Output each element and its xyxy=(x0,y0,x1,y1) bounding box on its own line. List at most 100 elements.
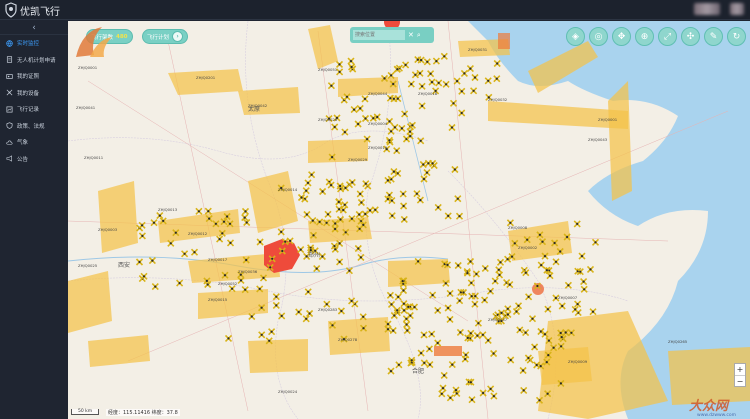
drone-marker[interactable] xyxy=(423,58,431,66)
drone-marker[interactable] xyxy=(528,315,537,323)
drone-marker[interactable] xyxy=(522,269,530,277)
search-bar[interactable]: ✕ ⌕ xyxy=(350,27,434,43)
drone-marker[interactable] xyxy=(490,349,498,358)
drone-marker[interactable] xyxy=(306,309,314,318)
drone-marker[interactable] xyxy=(446,394,454,402)
drone-marker[interactable] xyxy=(387,367,395,375)
drone-marker[interactable] xyxy=(467,279,475,287)
drone-marker[interactable] xyxy=(573,220,581,228)
drone-marker[interactable] xyxy=(420,331,428,339)
drone-marker[interactable] xyxy=(458,109,466,117)
drone-marker[interactable] xyxy=(428,78,436,86)
airspace-zone[interactable] xyxy=(248,171,298,233)
drone-marker[interactable] xyxy=(216,235,224,243)
drone-marker[interactable] xyxy=(304,288,312,296)
drone-marker[interactable] xyxy=(303,210,311,219)
airspace-icon[interactable]: ◎ xyxy=(589,27,608,46)
drone-marker[interactable] xyxy=(564,281,572,289)
drone-marker[interactable] xyxy=(407,80,415,88)
drone-marker[interactable] xyxy=(493,75,501,83)
drone-marker[interactable] xyxy=(308,171,316,179)
drone-marker[interactable] xyxy=(544,305,552,313)
drone-marker[interactable] xyxy=(525,293,533,301)
drone-marker[interactable] xyxy=(354,120,362,128)
drone-marker[interactable] xyxy=(256,238,264,246)
drone-marker[interactable] xyxy=(356,104,364,112)
drone-marker[interactable] xyxy=(468,396,476,404)
drone-marker[interactable] xyxy=(428,330,436,338)
drone-marker[interactable] xyxy=(504,305,512,313)
drone-marker[interactable] xyxy=(388,212,396,220)
drone-marker[interactable] xyxy=(403,326,411,335)
drone-marker[interactable] xyxy=(190,248,199,256)
drone-marker[interactable] xyxy=(181,250,189,258)
drone-marker[interactable] xyxy=(341,201,349,209)
airspace-zone[interactable] xyxy=(88,335,150,367)
drone-marker[interactable] xyxy=(446,315,454,323)
sidebar-item-announcements[interactable]: 公告 xyxy=(0,151,68,168)
drone-marker[interactable] xyxy=(393,147,401,155)
drone-marker[interactable] xyxy=(302,315,310,323)
sidebar-item-policies[interactable]: 政策、法规 xyxy=(0,118,68,135)
drone-marker[interactable] xyxy=(466,65,474,73)
drone-marker[interactable] xyxy=(324,210,332,218)
drone-marker[interactable] xyxy=(347,57,355,65)
drone-marker[interactable] xyxy=(356,190,364,198)
drone-marker[interactable] xyxy=(531,343,539,351)
sidebar-item-flight-plan[interactable]: 无人机计划申请 xyxy=(0,52,68,69)
drone-marker[interactable] xyxy=(304,179,312,187)
drone-marker[interactable] xyxy=(578,252,586,260)
user-menu[interactable] xyxy=(730,3,744,15)
airspace-zone[interactable] xyxy=(308,25,338,69)
drone-marker[interactable] xyxy=(507,356,515,364)
drone-marker[interactable] xyxy=(385,117,394,125)
drone-marker[interactable] xyxy=(389,327,397,335)
drone-marker[interactable] xyxy=(361,95,369,103)
sidebar-item-realtime-monitor[interactable]: 实时监控 xyxy=(0,35,68,52)
drone-marker[interactable] xyxy=(339,206,347,214)
drone-marker[interactable] xyxy=(302,187,310,195)
drone-marker[interactable] xyxy=(434,203,442,211)
drone-marker[interactable] xyxy=(151,283,159,291)
sidebar-item-weather[interactable]: 气象 xyxy=(0,134,68,151)
drone-marker[interactable] xyxy=(470,87,478,95)
compass-icon[interactable]: ✥ xyxy=(612,27,631,46)
drone-marker[interactable] xyxy=(580,285,588,293)
drone-marker[interactable] xyxy=(350,106,358,114)
drone-marker[interactable] xyxy=(479,331,487,339)
drone-marker[interactable] xyxy=(399,190,407,198)
drone-marker[interactable] xyxy=(487,385,495,393)
draw-icon[interactable]: ✎ xyxy=(704,27,723,46)
drone-marker[interactable] xyxy=(348,178,356,186)
drone-marker[interactable] xyxy=(357,253,365,261)
drone-marker[interactable] xyxy=(591,238,600,246)
drone-marker[interactable] xyxy=(440,371,448,379)
drone-marker[interactable] xyxy=(150,219,158,227)
drone-marker[interactable] xyxy=(496,258,505,266)
drone-marker[interactable] xyxy=(484,77,492,85)
drone-marker[interactable] xyxy=(434,339,442,347)
drone-marker[interactable] xyxy=(472,270,480,278)
layers-icon[interactable]: ◈ xyxy=(566,27,585,46)
drone-marker[interactable] xyxy=(580,278,588,286)
drone-marker[interactable] xyxy=(337,307,345,315)
drone-marker[interactable] xyxy=(366,206,374,214)
drone-marker[interactable] xyxy=(135,258,144,266)
drone-marker[interactable] xyxy=(331,123,339,131)
user-area[interactable] xyxy=(694,3,744,15)
drone-marker[interactable] xyxy=(429,291,437,299)
refresh-icon[interactable]: ↻ xyxy=(727,27,746,46)
drone-marker[interactable] xyxy=(394,293,402,301)
drone-marker[interactable] xyxy=(140,272,148,280)
drone-marker[interactable] xyxy=(512,307,521,316)
drone-marker[interactable] xyxy=(228,285,236,293)
drone-marker[interactable] xyxy=(400,202,408,210)
drone-marker[interactable] xyxy=(418,82,426,90)
drone-marker[interactable] xyxy=(434,306,442,314)
drone-marker[interactable] xyxy=(403,320,411,329)
drone-marker[interactable] xyxy=(420,175,428,183)
drone-marker[interactable] xyxy=(454,195,462,203)
drone-marker[interactable] xyxy=(458,87,466,95)
drone-marker[interactable] xyxy=(444,212,452,220)
drone-marker[interactable] xyxy=(486,287,495,295)
